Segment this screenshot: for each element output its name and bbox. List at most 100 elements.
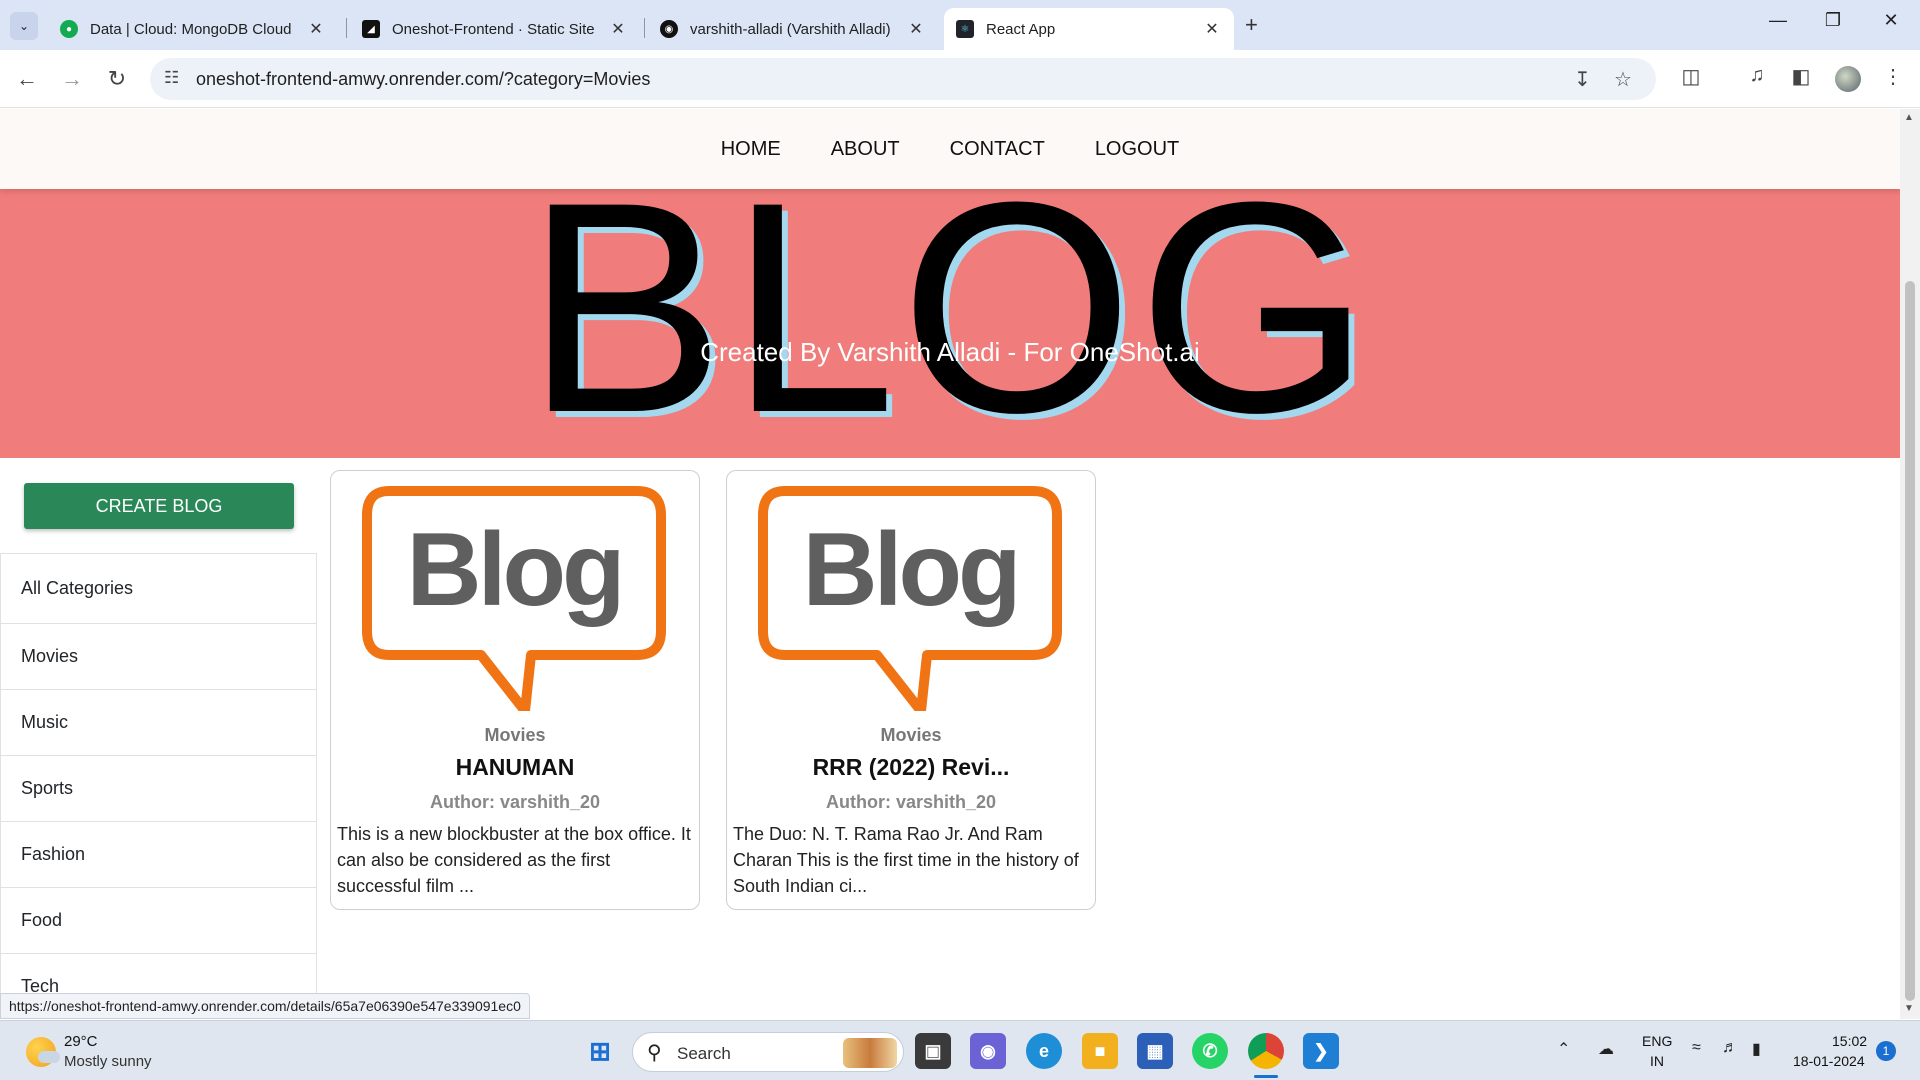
post-excerpt: The Duo: N. T. Rama Rao Jr. And Ram Char… — [733, 824, 1079, 896]
tab-title: Oneshot-Frontend · Static Site — [392, 20, 595, 38]
post-excerpt: This is a new blockbuster at the box off… — [337, 824, 691, 896]
weather-description[interactable]: Mostly sunny — [64, 1053, 152, 1070]
scroll-up-icon[interactable]: ▲ — [1904, 112, 1914, 123]
profile-avatar[interactable] — [1835, 66, 1861, 92]
tab-github[interactable]: ◉ varshith-alladi (Varshith Alladi) ✕ — [648, 8, 938, 50]
media-control-icon[interactable]: ♫ — [1742, 64, 1772, 87]
category-sports[interactable]: Sports — [1, 756, 316, 822]
address-bar[interactable]: ☷ oneshot-frontend-amwy.onrender.com/?ca… — [150, 58, 1656, 100]
category-fashion[interactable]: Fashion — [1, 822, 316, 888]
more-menu-icon[interactable]: ⋮ — [1878, 64, 1908, 89]
task-view-icon[interactable]: ▣ — [915, 1033, 951, 1069]
hero-subtitle: Created By Varshith Alladi - For OneShot… — [700, 337, 1200, 367]
search-highlight-icon — [843, 1038, 897, 1068]
render-icon: ◢ — [362, 20, 380, 38]
scrollbar-thumb[interactable] — [1905, 281, 1915, 1001]
whatsapp-icon[interactable]: ✆ — [1192, 1033, 1228, 1069]
nav-contact[interactable]: CONTACT — [950, 138, 1045, 161]
github-icon: ◉ — [660, 20, 678, 38]
page-viewport: BLOG Created By Varshith Alladi - For On… — [0, 109, 1900, 1019]
address-url[interactable]: oneshot-frontend-amwy.onrender.com/?cate… — [196, 69, 650, 90]
site-navbar: HOME ABOUT CONTACT LOGOUT — [0, 109, 1900, 189]
edge-icon[interactable]: e — [1026, 1033, 1062, 1069]
file-explorer-icon[interactable]: ■ — [1082, 1033, 1118, 1069]
volume-icon[interactable]: ♬ — [1722, 1039, 1738, 1057]
side-panel-icon[interactable]: ◧ — [1786, 64, 1816, 89]
extensions-icon[interactable]: ◫ — [1676, 64, 1706, 89]
category-music[interactable]: Music — [1, 690, 316, 756]
close-tab-icon[interactable]: ✕ — [1202, 19, 1222, 39]
react-icon: ⚛ — [956, 20, 974, 38]
search-icon: ⚲ — [647, 1042, 662, 1064]
link-status-bar: https://oneshot-frontend-amwy.onrender.c… — [0, 993, 530, 1019]
category-movies[interactable]: Movies — [1, 624, 316, 690]
tab-render[interactable]: ◢ Oneshot-Frontend · Static Site ✕ — [350, 8, 640, 50]
blog-logo-image: Blog — [758, 486, 1062, 711]
browser-tab-bar: ⌄ ● Data | Cloud: MongoDB Cloud ✕ ◢ Ones… — [0, 0, 1920, 50]
reload-icon[interactable]: ↻ — [102, 64, 132, 94]
mongodb-leaf-icon: ● — [60, 20, 78, 38]
tab-separator — [346, 18, 347, 38]
post-category: Movies — [484, 725, 546, 745]
restore-icon[interactable]: ❐ — [1813, 10, 1853, 31]
close-window-icon[interactable]: ✕ — [1871, 10, 1911, 31]
show-hidden-icons-icon[interactable]: ⌃ — [1557, 1039, 1570, 1059]
chrome-active-indicator — [1254, 1075, 1278, 1078]
tab-separator — [644, 18, 645, 38]
language-indicator[interactable]: ENG — [1642, 1033, 1672, 1049]
microsoft-store-icon[interactable]: ▦ — [1137, 1033, 1173, 1069]
post-author: Author: varshith_20 — [429, 792, 601, 812]
tab-search-button[interactable]: ⌄ — [10, 12, 38, 40]
nav-home[interactable]: HOME — [721, 138, 781, 161]
weather-temperature[interactable]: 29°C — [64, 1033, 98, 1050]
back-icon[interactable]: ← — [12, 64, 42, 94]
minimize-icon[interactable]: — — [1758, 10, 1798, 31]
post-author: Author: varshith_20 — [825, 792, 997, 812]
tab-title: varshith-alladi (Varshith Alladi) — [690, 20, 891, 38]
install-app-icon[interactable]: ↧ — [1574, 67, 1591, 92]
nav-logout[interactable]: LOGOUT — [1095, 138, 1179, 161]
post-card[interactable]: Blog Movies RRR (2022) Revi... Author: v… — [726, 470, 1096, 910]
taskbar-search[interactable]: ⚲ Search — [632, 1032, 904, 1072]
close-tab-icon[interactable]: ✕ — [306, 19, 326, 39]
page-scrollbar[interactable]: ▲ ▼ — [1900, 109, 1920, 1019]
chrome-icon[interactable] — [1248, 1033, 1284, 1069]
tab-react-app[interactable]: ⚛ React App ✕ — [944, 8, 1234, 50]
close-tab-icon[interactable]: ✕ — [608, 19, 628, 39]
create-blog-button[interactable]: CREATE BLOG — [24, 483, 294, 529]
teams-chat-icon[interactable]: ◉ — [970, 1033, 1006, 1069]
scroll-down-icon[interactable]: ▼ — [1904, 1003, 1914, 1014]
language-region[interactable]: IN — [1650, 1053, 1664, 1069]
post-title[interactable]: HANUMAN — [331, 754, 699, 781]
site-info-icon[interactable]: ☷ — [164, 68, 179, 88]
category-food[interactable]: Food — [1, 888, 316, 954]
blog-logo-image: Blog — [362, 486, 666, 711]
onedrive-cloud-icon[interactable]: ☁ — [1598, 1039, 1614, 1059]
close-tab-icon[interactable]: ✕ — [906, 19, 926, 39]
category-list: All Categories Movies Music Sports Fashi… — [0, 553, 317, 1019]
post-category: Movies — [880, 725, 942, 745]
weather-sun-icon[interactable] — [26, 1037, 60, 1067]
hero-title: BLOG — [525, 139, 1375, 458]
blog-logo-text: Blog — [406, 512, 621, 628]
tab-title: Data | Cloud: MongoDB Cloud — [90, 20, 292, 38]
windows-start-icon[interactable]: ⊞ — [582, 1033, 618, 1069]
forward-icon[interactable]: → — [57, 64, 87, 94]
post-title[interactable]: RRR (2022) Revi... — [727, 754, 1095, 781]
category-all[interactable]: All Categories — [1, 554, 316, 624]
taskbar-search-label: Search — [677, 1044, 731, 1063]
bookmark-star-icon[interactable]: ☆ — [1614, 67, 1632, 92]
vscode-icon[interactable]: ❯ — [1303, 1033, 1339, 1069]
windows-taskbar: 29°C Mostly sunny ⊞ ⚲ Search ▣ ◉ e ■ ▦ ✆… — [0, 1020, 1920, 1080]
browser-toolbar: ← → ↻ ☷ oneshot-frontend-amwy.onrender.c… — [0, 50, 1920, 108]
new-tab-button[interactable]: + — [1245, 12, 1258, 38]
notification-badge[interactable]: 1 — [1876, 1041, 1896, 1061]
wifi-icon[interactable]: ≈ — [1692, 1039, 1701, 1057]
taskbar-time[interactable]: 15:02 — [1832, 1033, 1867, 1049]
tab-mongodb[interactable]: ● Data | Cloud: MongoDB Cloud ✕ — [48, 8, 338, 50]
nav-about[interactable]: ABOUT — [831, 138, 900, 161]
post-card[interactable]: Blog Movies HANUMAN Author: varshith_20 … — [330, 470, 700, 910]
taskbar-date[interactable]: 18-01-2024 — [1793, 1053, 1865, 1069]
battery-icon[interactable]: ▮ — [1752, 1039, 1761, 1059]
tab-title: React App — [986, 20, 1056, 38]
